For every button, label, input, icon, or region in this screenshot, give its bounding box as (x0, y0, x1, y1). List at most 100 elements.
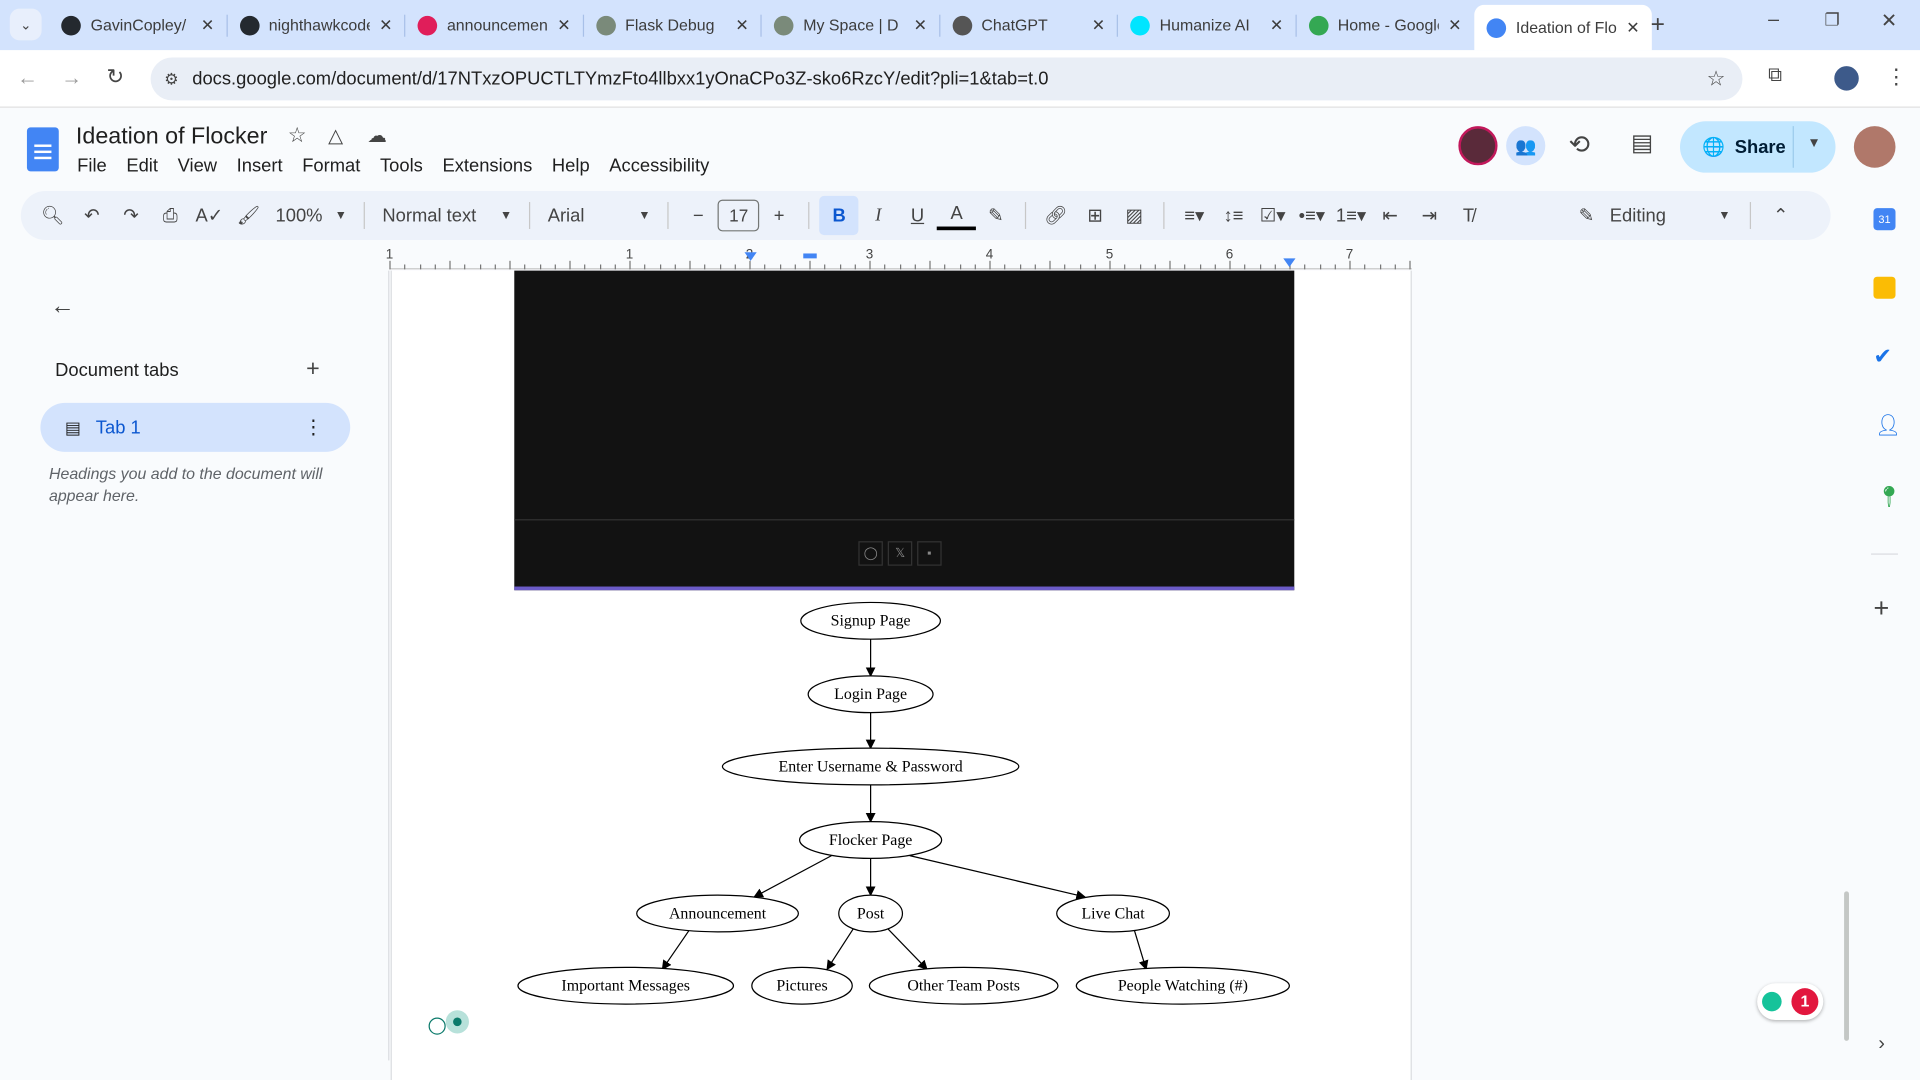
tab-search-button[interactable]: ⌄ (9, 8, 42, 41)
back-button[interactable]: ← (17, 66, 38, 90)
close-tab-icon[interactable]: ✕ (1626, 18, 1639, 38)
scrollbar-thumb[interactable] (1844, 891, 1849, 1041)
collaborator-avatar[interactable] (1458, 126, 1498, 166)
get-addons-button[interactable]: + (1873, 593, 1889, 625)
font-select[interactable]: Arial ▼ (540, 196, 658, 235)
bulleted-list-icon[interactable]: •≡▾ (1292, 196, 1331, 235)
horizontal-ruler[interactable]: 11234567 (386, 245, 1412, 270)
zoom-select[interactable]: 100% ▼ (268, 196, 354, 235)
browser-tab[interactable]: announcements ✕ (405, 7, 583, 43)
clear-formatting-icon[interactable]: T̸ (1449, 196, 1488, 235)
close-outline-button[interactable]: ← (50, 293, 74, 321)
redo-icon[interactable]: ↷ (111, 196, 150, 235)
insert-link-icon[interactable]: 🔗︎ (1036, 196, 1075, 235)
url-bar[interactable]: ⚙ docs.google.com/document/d/17NTxzOPUCT… (150, 57, 1743, 101)
grammar-assistant-widget[interactable]: 1 (1757, 983, 1824, 1021)
extensions-icon[interactable]: ⧉ (1768, 65, 1782, 87)
star-icon[interactable]: ☆ (288, 124, 307, 148)
forward-button[interactable]: → (61, 66, 82, 90)
menu-view[interactable]: View (178, 156, 217, 177)
search-icon[interactable]: 🔍︎ (33, 196, 72, 235)
browser-tab[interactable]: nighthawkcoders ✕ (227, 7, 405, 43)
docs-logo[interactable] (26, 127, 59, 172)
checklist-icon[interactable]: ☑▾ (1253, 196, 1292, 235)
fingerprint-icon[interactable] (428, 1017, 446, 1035)
browser-tab[interactable]: My Space | D ✕ (762, 7, 940, 43)
site-info-icon[interactable]: ⚙ (151, 69, 193, 89)
close-tab-icon[interactable]: ✕ (557, 15, 570, 35)
close-tab-icon[interactable]: ✕ (1270, 15, 1283, 35)
bold-button[interactable]: B (819, 195, 859, 236)
share-dropdown-icon[interactable]: ▼ (1807, 136, 1820, 151)
contacts-icon[interactable]: 👤︎ (1875, 414, 1901, 438)
browser-tab[interactable]: Flask Debug ✕ (583, 7, 761, 43)
browser-tab[interactable]: Humanize AI ✕ (1118, 7, 1296, 43)
comments-icon[interactable]: ▤ (1631, 130, 1653, 158)
close-tab-icon[interactable]: ✕ (1092, 15, 1105, 35)
numbered-list-icon[interactable]: 1≡▾ (1331, 196, 1370, 235)
meet-present-icon[interactable]: 👥 (1506, 126, 1546, 166)
browser-menu-icon[interactable]: ⋮ (1886, 65, 1907, 89)
status-dot-icon[interactable] (445, 1010, 469, 1034)
first-line-indent-marker[interactable] (803, 253, 817, 259)
menu-insert[interactable]: Insert (237, 156, 283, 177)
spellcheck-icon[interactable]: A✓ (190, 196, 229, 235)
url-text[interactable]: docs.google.com/document/d/17NTxzOPUCTLT… (192, 69, 1048, 90)
keep-icon[interactable] (1873, 276, 1896, 299)
version-history-icon[interactable]: ⟲ (1569, 130, 1591, 161)
menu-tools[interactable]: Tools (380, 156, 423, 177)
calendar-icon[interactable]: 31 (1873, 208, 1896, 231)
decrease-indent-icon[interactable]: ⇤ (1371, 196, 1410, 235)
move-to-drive-icon[interactable]: △ (328, 124, 343, 148)
account-avatar[interactable] (1853, 126, 1896, 168)
menu-extensions[interactable]: Extensions (442, 156, 532, 177)
menu-edit[interactable]: Edit (126, 156, 158, 177)
editing-mode-select[interactable]: ✎ Editing ▼ (1569, 196, 1740, 235)
reload-button[interactable]: ↻ (107, 65, 124, 89)
add-comment-icon[interactable]: ⊞ (1075, 196, 1114, 235)
browser-tab[interactable]: ChatGPT ✕ (940, 7, 1118, 43)
right-indent-marker[interactable] (1283, 258, 1296, 267)
tab-1-item[interactable]: ▤ Tab 1 ⋮ (40, 402, 351, 452)
highlight-color-icon[interactable]: ✎ (976, 196, 1015, 235)
profile-avatar[interactable] (1834, 66, 1859, 91)
close-tab-icon[interactable]: ✕ (735, 15, 748, 35)
close-window-button[interactable]: ✕ (1881, 9, 1897, 33)
menu-accessibility[interactable]: Accessibility (609, 156, 709, 177)
browser-tab[interactable]: Ideation of Flocker ✕ (1474, 4, 1652, 51)
cloud-saved-icon[interactable]: ☁ (367, 124, 387, 148)
left-indent-marker[interactable] (744, 252, 757, 261)
increase-font-size-button[interactable]: + (760, 196, 799, 235)
close-tab-icon[interactable]: ✕ (201, 15, 214, 35)
insert-image-icon[interactable]: ▨ (1115, 196, 1154, 235)
decrease-font-size-button[interactable]: − (679, 196, 718, 235)
close-tab-icon[interactable]: ✕ (914, 15, 927, 35)
maps-icon[interactable]: 📍︎ (1876, 485, 1902, 509)
flow-diagram[interactable]: Signup Page Login Page Enter Username & Pa… (392, 271, 1413, 1080)
tab-options-icon[interactable]: ⋮ (304, 415, 324, 439)
font-size-input[interactable]: 17 (717, 199, 760, 232)
browser-tab[interactable]: GavinCopley/ ✕ (49, 7, 227, 43)
document-title[interactable]: Ideation of Flocker (76, 124, 267, 151)
menu-help[interactable]: Help (552, 156, 590, 177)
browser-tab[interactable]: Home - Google Drive ✕ (1296, 7, 1474, 43)
align-icon[interactable]: ≡▾ (1175, 196, 1214, 235)
increase-indent-icon[interactable]: ⇥ (1410, 196, 1449, 235)
minimize-button[interactable]: – (1768, 10, 1779, 32)
new-tab-button[interactable]: + (1651, 11, 1665, 39)
add-tab-button[interactable]: + (306, 356, 320, 383)
show-side-panel-icon[interactable]: › (1878, 1033, 1885, 1055)
close-tab-icon[interactable]: ✕ (1448, 15, 1461, 35)
menu-format[interactable]: Format (302, 156, 360, 177)
italic-button[interactable]: I (859, 196, 898, 235)
collapse-menus-icon[interactable]: ⌃ (1761, 196, 1800, 235)
underline-button[interactable]: U (898, 196, 937, 235)
close-tab-icon[interactable]: ✕ (379, 15, 392, 35)
tasks-icon[interactable]: ✔ (1873, 344, 1891, 370)
print-icon[interactable]: ⎙ (151, 196, 190, 235)
share-button[interactable]: 🌐 Share ▼ (1680, 121, 1836, 173)
line-spacing-icon[interactable]: ↕≡ (1214, 196, 1253, 235)
menu-file[interactable]: File (77, 156, 107, 177)
document-page[interactable]: ◯ 𝕏 ▪ Signup Page Login Page Enter Username … (390, 270, 1413, 1080)
style-select[interactable]: Normal text ▼ (375, 196, 519, 235)
